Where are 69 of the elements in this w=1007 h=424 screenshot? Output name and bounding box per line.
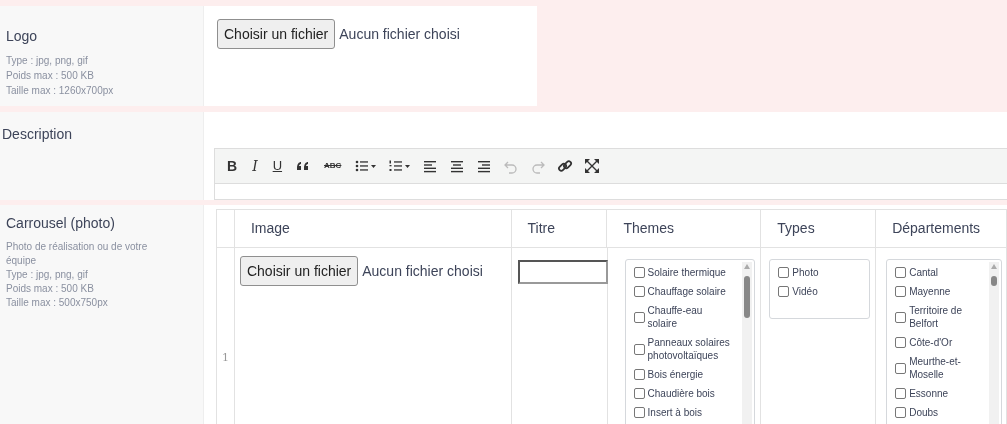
checkbox[interactable] [895, 362, 907, 374]
checkbox-label: Mayenne [909, 285, 952, 298]
column-header: Themes [607, 210, 762, 247]
scrollbar[interactable] [741, 262, 752, 424]
checkbox[interactable] [633, 388, 645, 399]
scrollbar[interactable] [989, 262, 1000, 424]
align-left-icon[interactable] [422, 158, 439, 174]
file-status-text: Aucun fichier choisi [362, 261, 483, 281]
checkbox-label: Essonne [909, 387, 950, 400]
field-hint: Type : jpg, png, gif [6, 268, 89, 282]
field-hint: Poids max : 500 KB [6, 69, 95, 83]
checkbox-label: Photo [792, 266, 820, 279]
bulleted-list-icon[interactable] [354, 158, 378, 174]
fullscreen-icon[interactable] [584, 158, 601, 174]
checkbox[interactable] [633, 286, 645, 297]
field-label: Description [2, 125, 74, 144]
checkbox[interactable] [778, 286, 790, 297]
file-choose-button[interactable]: Choisir un fichier [239, 256, 359, 286]
column-header: Image [234, 210, 512, 247]
file-choose-button[interactable]: Choisir un fichier [217, 19, 336, 49]
checkbox[interactable] [633, 407, 645, 418]
checkbox[interactable] [895, 267, 907, 278]
checkbox[interactable] [895, 407, 907, 418]
checkbox-label: Vidéo [792, 285, 819, 298]
checkbox-label: Bois énergie [647, 368, 705, 381]
field-hint: Taille max : 500x750px [6, 296, 109, 310]
checkbox-label: Panneaux solaires photovoltaïques [647, 336, 731, 362]
checkbox-label: Côte-d'Or [909, 336, 954, 349]
checkbox[interactable] [633, 267, 645, 278]
checkbox[interactable] [633, 311, 645, 323]
field-hint: Taille max : 1260x700px [6, 84, 115, 98]
column-header: Départements [891, 219, 982, 238]
checkbox[interactable] [895, 388, 907, 399]
checkbox-label: Insert à bois [647, 406, 704, 419]
checkbox-label: Cantal [909, 266, 940, 279]
link-icon[interactable] [557, 158, 574, 174]
column-header: Titre [511, 210, 608, 247]
checkbox-label: Chauffe-eau solaire [647, 304, 704, 330]
field-label: Logo [6, 27, 39, 46]
field-hint: Type : jpg, png, gif [6, 54, 89, 68]
scrollbar-thumb[interactable] [991, 276, 998, 286]
rich-text-editor[interactable]: B I U ABC [214, 148, 1007, 200]
file-status-text: Aucun fichier choisi [339, 24, 460, 44]
checkbox[interactable] [778, 267, 790, 278]
strike-button[interactable]: ABC [322, 160, 344, 172]
checkbox[interactable] [895, 286, 907, 297]
checkbox[interactable] [633, 343, 645, 355]
checkbox-label: Solaire thermique [647, 266, 727, 279]
checkbox[interactable] [895, 311, 907, 323]
align-center-icon[interactable] [449, 158, 466, 174]
scrollbar-thumb[interactable] [743, 276, 750, 318]
column-header: Types [761, 210, 877, 247]
field-hint: Photo de réalisation ou de votre équipe [6, 240, 149, 268]
checkbox-label: Chauffage solaire [647, 285, 727, 298]
checkbox-label: Doubs [909, 406, 940, 419]
align-right-icon[interactable] [476, 158, 493, 174]
field-hint: Poids max : 500 KB [6, 282, 95, 296]
underline-button[interactable]: U [270, 156, 285, 176]
bold-button[interactable]: B [225, 155, 240, 177]
checkbox[interactable] [633, 369, 645, 380]
checkbox-label: Chaudière bois [647, 387, 716, 400]
checkbox-label: Territoire de Belfort [909, 304, 963, 330]
title-input-field[interactable] [517, 260, 608, 284]
checkbox[interactable] [895, 337, 907, 348]
field-label: Carrousel (photo) [6, 214, 116, 233]
italic-button[interactable]: I [250, 155, 260, 177]
row-number: 1 [222, 349, 229, 366]
numbered-list-icon[interactable] [388, 158, 412, 174]
checkbox-label: Meurthe-et-Moselle [909, 355, 962, 381]
